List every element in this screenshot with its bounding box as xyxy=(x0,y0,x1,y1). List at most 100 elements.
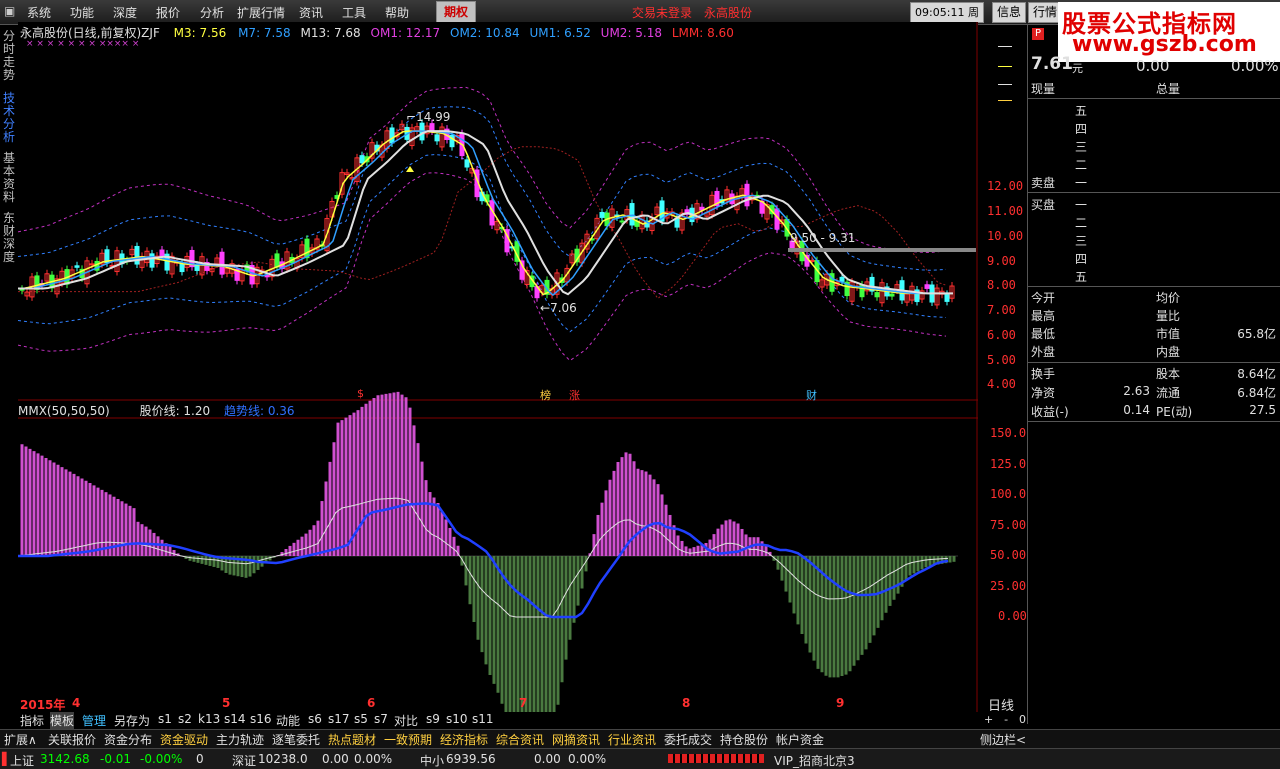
tb-s7[interactable]: s7 xyxy=(374,712,388,726)
zx-index-name[interactable]: 中小 xyxy=(420,752,444,769)
zoom-reset-button[interactable]: 0 xyxy=(1019,713,1026,726)
kline-chart[interactable]: × × × × × × × ×××× × xyxy=(18,22,978,712)
month-label: 4 xyxy=(72,696,81,710)
zoom-in-button[interactable]: + xyxy=(984,713,993,726)
title-stock-name: 永高股份 xyxy=(704,6,753,20)
tag-bang[interactable]: 榜 xyxy=(540,387,551,403)
tb-compare[interactable]: 对比 xyxy=(394,712,418,729)
stat-pe-value: 27.5 xyxy=(1249,403,1276,417)
tb-s11[interactable]: s11 xyxy=(472,712,494,726)
tb-s1[interactable]: s1 xyxy=(158,712,172,726)
candle-body xyxy=(599,211,605,218)
tb2-hot-topics[interactable]: 热点题材 xyxy=(328,731,376,748)
tb-s6[interactable]: s6 xyxy=(308,712,322,726)
tb2-order-fill[interactable]: 委托成交 xyxy=(664,731,712,748)
sz-index-change: 0.00 xyxy=(322,752,349,766)
tb-s16[interactable]: s16 xyxy=(250,712,272,726)
tb2-order-by-order[interactable]: 逐笔委托 xyxy=(272,731,320,748)
tb-manage[interactable]: 管理 xyxy=(82,712,106,729)
menu-function[interactable]: 功能 xyxy=(70,4,94,21)
tb-s17[interactable]: s17 xyxy=(328,712,350,726)
tb2-main-track[interactable]: 主力轨迹 xyxy=(216,731,264,748)
ask-label: 卖盘 xyxy=(1031,176,1056,190)
current-volume-label: 现量 xyxy=(1031,82,1056,96)
price-change: 0.00 xyxy=(1136,57,1170,75)
zx-index-value: 6939.56 xyxy=(446,752,496,766)
tb2-expand[interactable]: 扩展∧ xyxy=(4,731,37,748)
tb2-consensus[interactable]: 一致预期 xyxy=(384,731,432,748)
menu-quote[interactable]: 报价 xyxy=(156,4,180,21)
menu-depth[interactable]: 深度 xyxy=(113,4,137,21)
tb-s14[interactable]: s14 xyxy=(224,712,246,726)
stat-avg-label: 均价 xyxy=(1156,291,1181,305)
tb2-fund-distribution[interactable]: 资金分布 xyxy=(104,731,152,748)
tb-k13[interactable]: k13 xyxy=(198,712,220,726)
menu-system[interactable]: 系统 xyxy=(27,4,51,21)
tag-dollar[interactable]: $ xyxy=(357,387,364,400)
month-label: 9 xyxy=(836,696,845,710)
sh-index-name[interactable]: 上证 xyxy=(10,752,34,769)
menu-news[interactable]: 资讯 xyxy=(299,4,323,21)
bid-level-4: 四 xyxy=(1075,252,1088,266)
tb-momentum[interactable]: 动能 xyxy=(276,712,300,729)
tb2-econ-indicator[interactable]: 经济指标 xyxy=(440,731,488,748)
menu-ext-market[interactable]: 扩展行情 xyxy=(237,4,285,21)
indicator-axis-label: 100.0 xyxy=(990,487,1027,501)
tb2-industry-news[interactable]: 行业资讯 xyxy=(608,731,656,748)
tag-zhang[interactable]: 涨 xyxy=(569,387,580,403)
sidebar-toggle[interactable]: 侧边栏< xyxy=(980,731,1026,748)
tab-intraday[interactable]: 分时走势 xyxy=(0,30,18,86)
sz-index-name[interactable]: 深证 xyxy=(232,752,256,769)
tab-fundamental[interactable]: 基本资料 xyxy=(0,152,18,208)
market-button[interactable]: 行情 xyxy=(1028,2,1062,23)
login-status[interactable]: 交易未登录 xyxy=(632,4,692,21)
server-name[interactable]: VIP_招商北京3 xyxy=(774,752,855,769)
bid-label: 买盘 xyxy=(1031,198,1056,212)
candle-body xyxy=(464,159,470,168)
tb2-web-news[interactable]: 网摘资讯 xyxy=(552,731,600,748)
tab-technical[interactable]: 技术分析 xyxy=(0,92,18,148)
last-price: 7.61 xyxy=(1031,54,1073,74)
candle-body xyxy=(889,293,895,297)
tb-s9[interactable]: s9 xyxy=(426,712,440,726)
zoom-out-button[interactable]: - xyxy=(1004,713,1008,726)
indicator-header: MMX(50,50,50) 股价线: 1.20 趋势线: 0.36 xyxy=(18,404,295,418)
tab-eastmoney-depth[interactable]: 东财深度 xyxy=(0,212,18,268)
tb-s2[interactable]: s2 xyxy=(178,712,192,726)
info-button[interactable]: 信息 xyxy=(992,2,1026,23)
period-label[interactable]: 日线 xyxy=(988,695,1014,714)
indicator-axis-label: 50.00 xyxy=(990,548,1027,562)
stat-mktcap-label: 市值 xyxy=(1156,327,1181,341)
candle-body xyxy=(429,123,435,132)
app-icon[interactable]: ▣ xyxy=(4,4,15,18)
legend-tick xyxy=(998,84,1012,85)
menu-help[interactable]: 帮助 xyxy=(385,4,409,21)
p-icon[interactable]: P xyxy=(1032,28,1044,40)
sh-index-value: 3142.68 xyxy=(40,752,90,766)
options-button[interactable]: 期权 xyxy=(436,1,476,23)
tb-template[interactable]: 模板 xyxy=(50,712,75,729)
tb2-related-quote[interactable]: 关联报价 xyxy=(48,731,96,748)
tb2-fund-drive[interactable]: 资金驱动 xyxy=(160,731,208,748)
menu-tools[interactable]: 工具 xyxy=(342,4,366,21)
stat-high-label: 最高 xyxy=(1031,309,1056,323)
menu-analysis[interactable]: 分析 xyxy=(200,4,224,21)
tb2-positions[interactable]: 持仓股份 xyxy=(720,731,768,748)
tb-s10[interactable]: s10 xyxy=(446,712,468,726)
indicator-axis-label: 0.00 xyxy=(998,609,1027,623)
tb2-account-funds[interactable]: 帐户资金 xyxy=(776,731,824,748)
tb-save-as[interactable]: 另存为 xyxy=(114,712,150,729)
zx-index-change: 0.00 xyxy=(534,752,561,766)
tb-indicator[interactable]: 指标 xyxy=(20,712,44,729)
candle-body xyxy=(219,251,225,275)
price-axis-label: 7.00 xyxy=(987,303,1016,317)
bid-level-5: 五 xyxy=(1075,270,1088,284)
tb-s5[interactable]: s5 xyxy=(354,712,368,726)
high-annotation: ⌐14.99 xyxy=(406,110,451,124)
price-chart-header: 永高股份(日线,前复权)ZJF M3: 7.56 M7: 7.58 M13: 7… xyxy=(20,26,734,40)
tb2-general-news[interactable]: 综合资讯 xyxy=(496,731,544,748)
candle-body xyxy=(874,292,880,298)
sz-index-value: 10238.0 xyxy=(258,752,308,766)
tag-cai[interactable]: 财 xyxy=(806,387,817,403)
stat-shares-label: 股本 xyxy=(1156,367,1181,381)
